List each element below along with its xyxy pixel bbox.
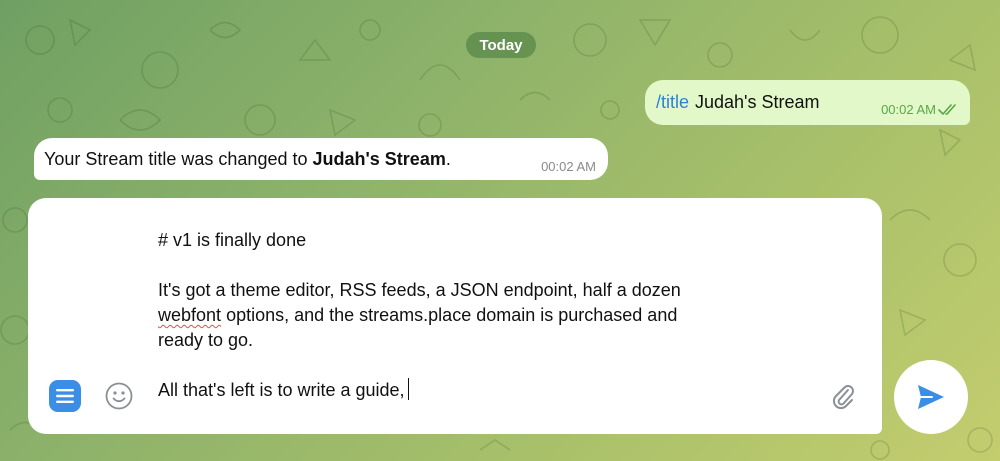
composer-line: webfont options, and the streams.place d… [158,305,678,325]
message-time: 00:02 AM [541,159,596,174]
double-check-icon [938,103,956,115]
message-input[interactable]: # v1 is finally done It's got a theme ed… [158,228,798,403]
message-meta: 00:02 AM [881,102,960,117]
bot-menu-button[interactable] [49,380,81,412]
composer-line: # v1 is finally done [158,230,307,250]
menu-icon [56,389,74,403]
emoji-button[interactable] [104,381,134,411]
message-text: Your Stream title was changed to Judah's… [44,148,451,169]
text-cursor [407,378,410,400]
smiley-icon [105,382,133,410]
command-link[interactable]: /title [656,92,689,113]
attach-button[interactable] [828,381,858,411]
send-icon [918,385,944,409]
misspelled-word[interactable]: webfont [158,305,221,325]
send-button[interactable] [894,360,968,434]
date-separator: Today [466,32,536,58]
message-text: Judah's Stream [695,92,820,112]
outgoing-message[interactable]: /title Judah's Stream 00:02 AM [645,80,970,125]
composer-line: ready to go. [158,330,254,350]
stream-title-bold: Judah's Stream [312,148,446,169]
composer-line [158,353,798,378]
message-composer: # v1 is finally done It's got a theme ed… [28,198,882,434]
composer-line: All that's left is to write a guide, [158,378,798,403]
composer-line: It's got a theme editor, RSS feeds, a JS… [158,280,681,300]
paperclip-icon [832,385,854,410]
incoming-message[interactable]: Your Stream title was changed to Judah's… [34,138,608,180]
message-time: 00:02 AM [881,102,936,117]
composer-line [158,253,798,278]
